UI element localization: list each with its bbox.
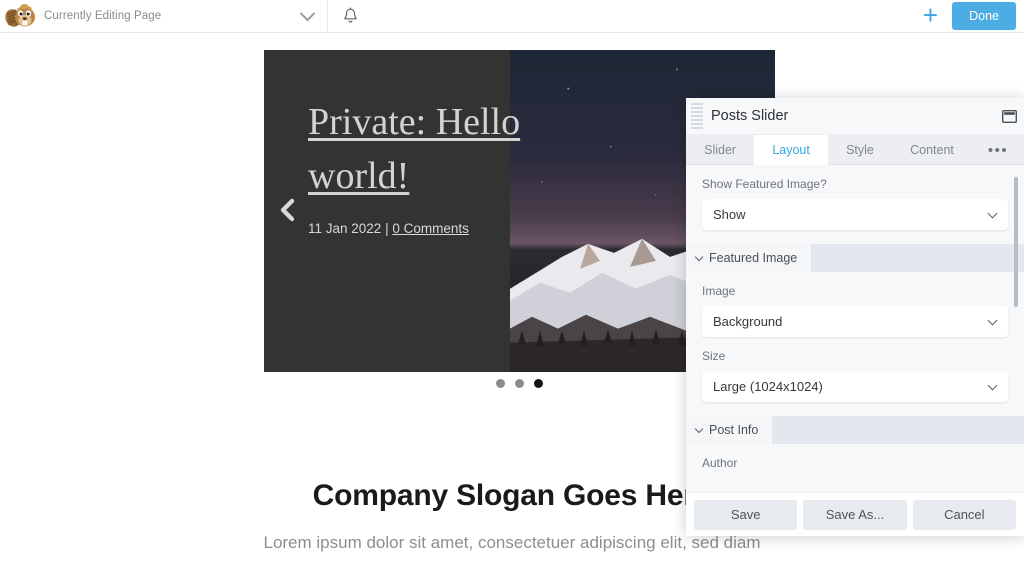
slider-dot-3[interactable] <box>534 378 543 388</box>
panel-scrollbar-thumb[interactable] <box>1014 177 1018 307</box>
slider-dot-2[interactable] <box>515 378 524 388</box>
window-dock-icon[interactable] <box>994 109 1024 123</box>
slider-post-title[interactable]: Private: Hello world! <box>308 96 538 204</box>
field-image: Image Background <box>686 272 1024 337</box>
tab-layout[interactable]: Layout <box>754 135 828 165</box>
tab-more-menu[interactable]: ••• <box>972 135 1024 165</box>
select-value-size: Large (1024x1024) <box>713 379 823 394</box>
panel-body: Show Featured Image? Show Featured Image… <box>686 165 1024 492</box>
section-label-featured-image: Featured Image <box>709 251 798 265</box>
select-value-image: Background <box>713 314 783 329</box>
slider-text-block: Private: Hello world! 11 Jan 2022 | 0 Co… <box>308 96 538 242</box>
admin-bar-page-selector[interactable]: Currently Editing Page <box>0 0 328 33</box>
field-label-size: Size <box>702 349 726 363</box>
module-settings-panel: Posts Slider Slider Layout Style Content… <box>686 98 1024 536</box>
field-label-author: Author <box>702 456 738 470</box>
done-button[interactable]: Done <box>952 2 1016 30</box>
bell-icon[interactable] <box>328 0 372 33</box>
save-button[interactable]: Save <box>694 499 798 530</box>
tab-style[interactable]: Style <box>828 135 892 165</box>
chevron-down-icon <box>694 252 704 261</box>
panel-title: Posts Slider <box>711 108 789 124</box>
admin-bar: Currently Editing Page + Done <box>0 0 1024 33</box>
save-as-button[interactable]: Save As... <box>803 499 907 530</box>
drag-handle-icon[interactable] <box>691 103 703 129</box>
panel-header[interactable]: Posts Slider <box>686 98 1024 135</box>
panel-footer: Save Save As... Cancel <box>686 492 1024 536</box>
beaver-logo-icon <box>4 1 38 31</box>
page-subtext: Lorem ipsum dolor sit amet, consectetuer… <box>263 533 761 552</box>
select-value-show-featured-image: Show <box>713 207 746 222</box>
select-size[interactable]: Large (1024x1024) <box>702 371 1008 402</box>
field-show-featured-image: Show Featured Image? Show <box>686 165 1024 230</box>
field-label-image: Image <box>702 284 736 298</box>
tab-slider[interactable]: Slider <box>686 135 754 165</box>
chevron-down-icon <box>987 380 998 391</box>
slider-comments-link[interactable]: 0 Comments <box>392 221 469 236</box>
select-image[interactable]: Background <box>702 306 1008 337</box>
slider-post-date: 11 Jan 2022 <box>308 220 382 236</box>
panel-tabs[interactable]: Slider Layout Style Content ••• <box>686 135 1024 165</box>
field-author: Author <box>686 444 1024 470</box>
field-size: Size Large (1024x1024) <box>686 337 1024 402</box>
cancel-button[interactable]: Cancel <box>912 499 1016 530</box>
chevron-down-icon <box>987 208 998 219</box>
chevron-down-icon <box>694 424 704 433</box>
plus-icon[interactable]: + <box>923 2 952 31</box>
slider-dot-1[interactable] <box>496 378 505 388</box>
chevron-down-icon[interactable] <box>287 0 327 33</box>
tab-content[interactable]: Content <box>892 135 972 165</box>
select-show-featured-image[interactable]: Show <box>702 199 1008 230</box>
panel-scrollbar-track[interactable] <box>1014 171 1021 431</box>
admin-bar-title: Currently Editing Page <box>44 10 162 22</box>
slider-prev-arrow[interactable] <box>275 197 301 223</box>
slider-meta-separator: | <box>381 220 393 236</box>
chevron-down-icon <box>987 315 998 326</box>
section-header-post-info[interactable]: Post Info <box>686 416 1024 444</box>
slider-post-meta: 11 Jan 2022 | 0 Comments <box>308 217 538 242</box>
field-label-show-featured-image: Show Featured Image? <box>702 177 827 191</box>
section-label-post-info: Post Info <box>709 423 759 437</box>
section-header-featured-image[interactable]: Featured Image <box>686 244 1024 272</box>
